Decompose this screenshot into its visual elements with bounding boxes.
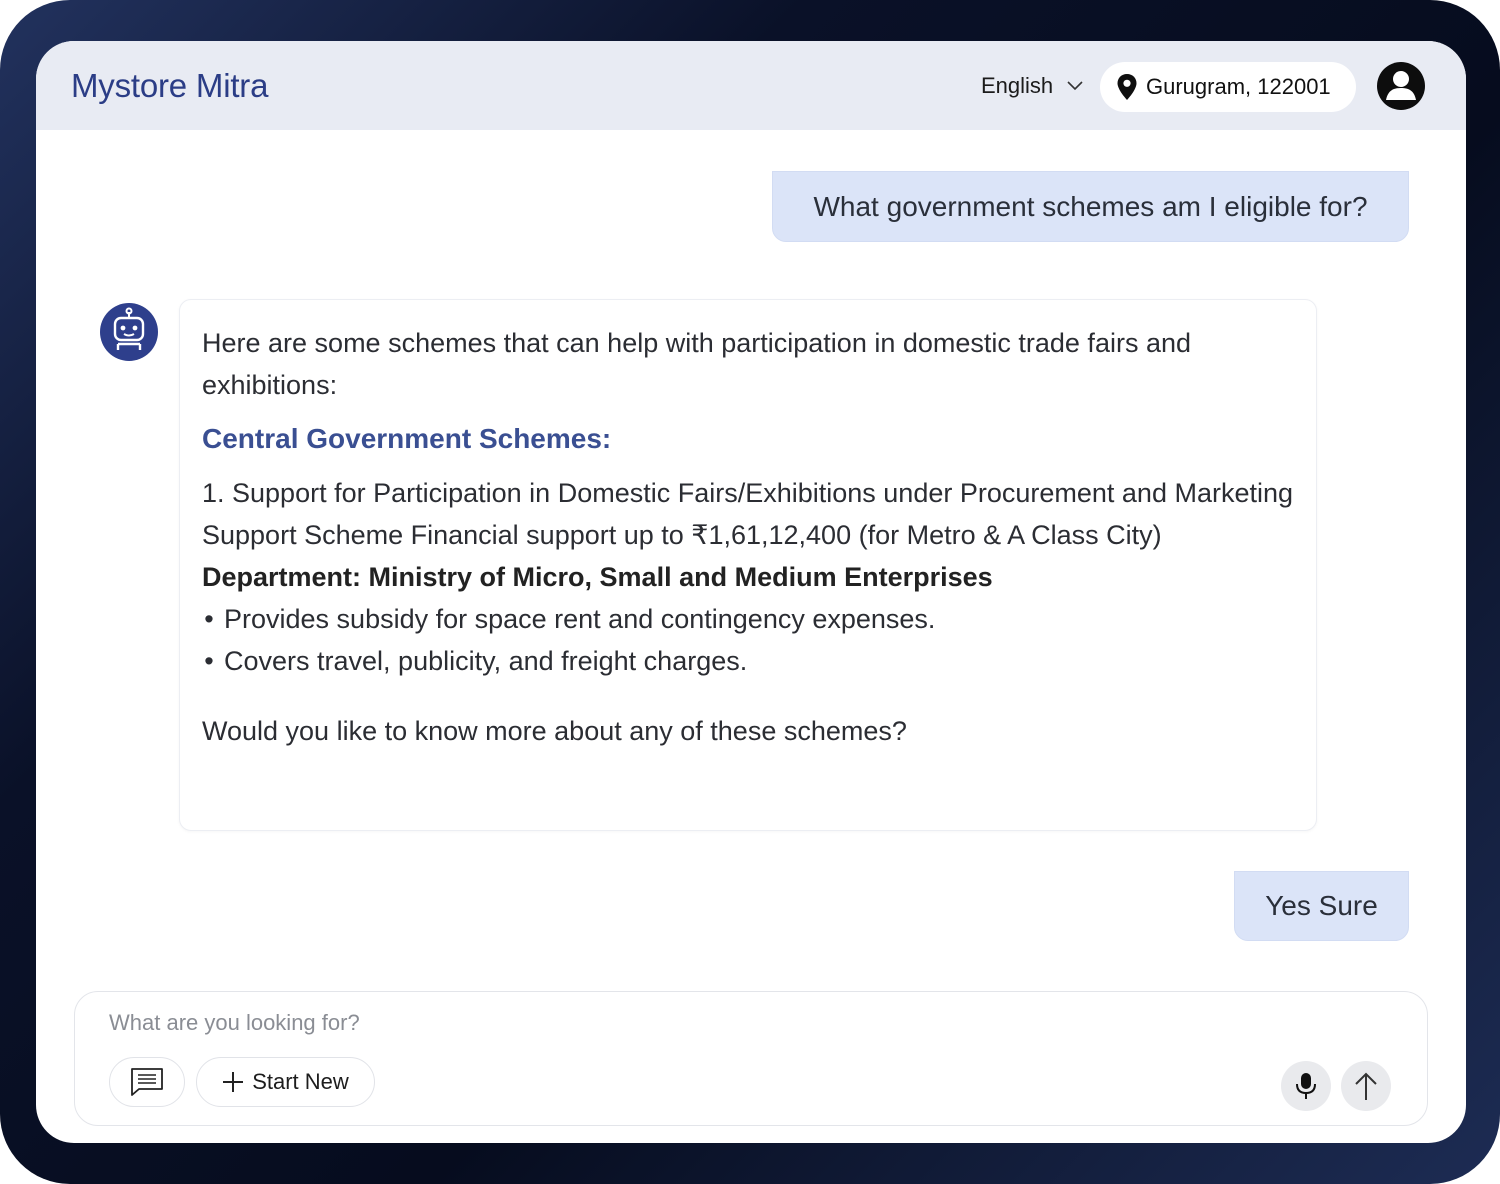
user-reply-text: Yes Sure [1265, 890, 1378, 921]
app-screen: Mystore Mitra English Gurugram, 122001 W… [36, 41, 1466, 1143]
bullet-text: Provides subsidy for space rent and cont… [224, 604, 936, 634]
bot-closing-text: Would you like to know more about any of… [202, 716, 907, 746]
location-label: Gurugram, 122001 [1146, 74, 1331, 99]
chat-history-button[interactable] [109, 1057, 185, 1107]
user-message-bubble: What government schemes am I eligible fo… [772, 171, 1409, 242]
bullet-text: Covers travel, publicity, and freight ch… [224, 646, 748, 676]
bullet-item: • Covers travel, publicity, and freight … [202, 640, 1294, 682]
top-header: Mystore Mitra English Gurugram, 122001 [36, 41, 1466, 130]
bot-avatar-icon [100, 303, 158, 361]
send-button[interactable] [1341, 1061, 1391, 1111]
location-selector[interactable]: Gurugram, 122001 [1100, 62, 1356, 112]
language-selector[interactable]: English [981, 71, 1083, 101]
user-message-text: What government schemes am I eligible fo… [813, 190, 1368, 222]
language-label: English [981, 73, 1054, 98]
user-reply-bubble: Yes Sure [1234, 871, 1409, 941]
scheme-item: 1. Support for Participation in Domestic… [202, 478, 1294, 550]
bullet-icon: • [204, 604, 214, 634]
chevron-down-icon [1067, 81, 1083, 91]
message-input[interactable]: What are you looking for? [109, 1010, 360, 1036]
bot-intro-text: Here are some schemes that can help with… [202, 328, 1191, 400]
bot-message-card: Here are some schemes that can help with… [179, 299, 1317, 831]
start-new-button[interactable]: Start New [196, 1057, 375, 1107]
microphone-icon [1296, 1073, 1316, 1099]
bullet-item: • Provides subsidy for space rent and co… [202, 598, 1294, 640]
brand-title: Mystore Mitra [71, 67, 269, 104]
arrow-up-icon [1355, 1072, 1377, 1100]
user-avatar-icon[interactable] [1377, 62, 1425, 110]
device-frame: Mystore Mitra English Gurugram, 122001 W… [0, 0, 1500, 1184]
map-pin-icon [1117, 74, 1137, 100]
section-heading: Central Government Schemes: [202, 423, 612, 454]
voice-input-button[interactable] [1281, 1061, 1331, 1111]
bullet-icon: • [204, 646, 214, 676]
plus-icon [223, 1072, 244, 1092]
chat-icon [131, 1068, 163, 1096]
scheme-department: Department: Ministry of Micro, Small and… [202, 562, 993, 592]
message-composer[interactable]: What are you looking for? Start New [74, 991, 1428, 1126]
start-new-label: Start New [252, 1069, 349, 1094]
